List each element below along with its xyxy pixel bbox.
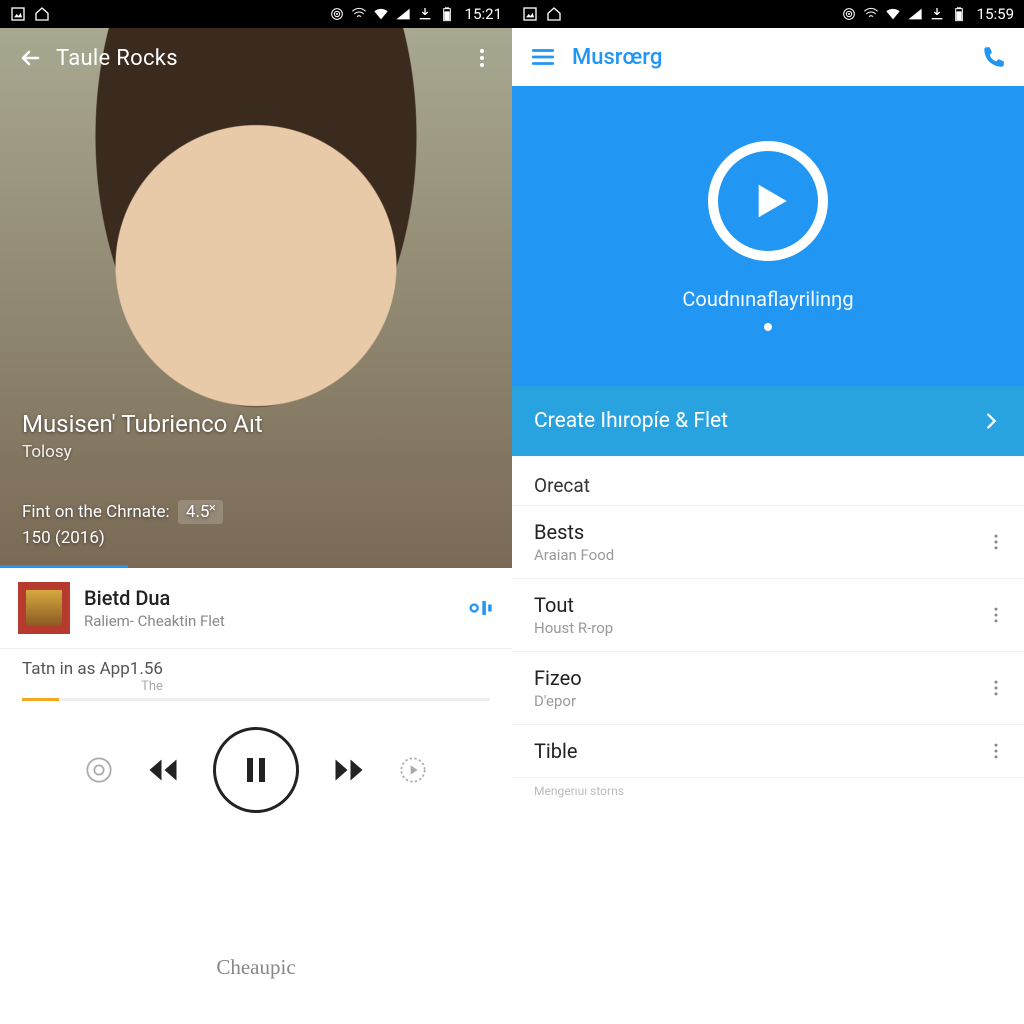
skip-previous-icon — [145, 752, 181, 788]
appbar-title: Musrœrg — [572, 45, 662, 70]
next-button[interactable] — [331, 752, 367, 788]
skip-next-icon — [331, 752, 367, 788]
rating-label: Fint on the Chrnate: — [22, 502, 170, 522]
play-pause-button[interactable] — [213, 727, 299, 813]
nav-back-icon[interactable] — [585, 986, 611, 1012]
nav-bar — [512, 974, 1024, 1024]
status-bar: 15:59 — [512, 0, 1024, 28]
hero-text: Coudnınaflayrilinŋg — [682, 287, 853, 311]
prev-button[interactable] — [145, 752, 181, 788]
list-item-sub: Araian Food — [534, 546, 614, 564]
queue-icon — [399, 756, 427, 784]
image-icon — [10, 6, 26, 22]
repeat-icon — [85, 756, 113, 784]
hero-meta-line2: 150 (2016) — [22, 528, 263, 548]
list-item[interactable]: Tout Houst R-rop — [512, 579, 1024, 652]
list-item-title: Tible — [534, 739, 578, 763]
mini-progress[interactable] — [22, 698, 490, 701]
nav-bar — [0, 974, 512, 1024]
more-vert-icon[interactable] — [986, 532, 1006, 552]
artist-hero: Taule Rocks Musisen' Tubrienco Aıt Tolos… — [0, 28, 512, 568]
artist-title: Musisen' Tubrienco Aıt — [22, 410, 263, 438]
nav-recent-icon[interactable] — [929, 988, 951, 1010]
list-item-sub: Houst R-rop — [534, 619, 613, 637]
home-status-icon — [34, 6, 50, 22]
repeat-button[interactable] — [85, 756, 113, 784]
image-icon — [522, 6, 538, 22]
list-item-title: Bests — [534, 520, 614, 544]
track-title: Bietd Dua — [84, 586, 225, 610]
wifi-outline-icon — [351, 6, 367, 22]
signal-icon — [395, 6, 411, 22]
album-art — [18, 582, 70, 634]
list-item[interactable]: Tible — [512, 725, 1024, 778]
list-item[interactable]: Fizeo D'epor — [512, 652, 1024, 725]
menu-icon[interactable] — [530, 44, 556, 70]
status-time: 15:59 — [977, 5, 1014, 23]
footer-text: Mengerıuı storns — [512, 778, 1024, 804]
more-vert-icon[interactable] — [470, 46, 494, 70]
play-circle[interactable] — [708, 141, 828, 261]
now-playing-row[interactable]: Bietd Dua Raliem- Cheaktin Flet — [0, 568, 512, 649]
nav-home-icon[interactable] — [757, 986, 783, 1012]
phone-icon[interactable] — [980, 44, 1006, 70]
more-vert-icon[interactable] — [986, 741, 1006, 761]
more-vert-icon[interactable] — [986, 678, 1006, 698]
artist-subtitle: Tolosy — [22, 442, 263, 462]
mini-title: Tatn in as App — [22, 659, 130, 679]
more-vert-icon[interactable] — [986, 605, 1006, 625]
appbar: Musrœrg — [512, 28, 1024, 86]
track-artist: Raliem- Cheaktin Flet — [84, 612, 225, 630]
chevron-right-icon — [980, 410, 1002, 432]
target-icon — [329, 6, 345, 22]
appbar-title: Taule Rocks — [56, 46, 178, 71]
rating-badge: 4.5˟ — [178, 500, 223, 524]
equalizer-icon[interactable] — [466, 594, 494, 622]
list-item[interactable]: Bests Araian Food — [512, 506, 1024, 579]
wifi-outline-icon — [863, 6, 879, 22]
list-item-sub: D'epor — [534, 692, 582, 710]
queue-button[interactable] — [399, 756, 427, 784]
create-label: Create I‌hıropíe & Flet — [534, 409, 728, 433]
home-status-icon — [546, 6, 562, 22]
mini-sub: The — [130, 679, 163, 694]
list-item-title: Tout — [534, 593, 613, 617]
wifi-icon — [373, 6, 389, 22]
status-time: 15:21 — [465, 5, 502, 23]
create-row[interactable]: Create I‌hıropíe & Flet — [512, 386, 1024, 456]
download-icon — [417, 6, 433, 22]
hero-panel: Coudnınaflayrilinŋg — [512, 86, 1024, 386]
back-icon[interactable] — [18, 46, 42, 70]
play-icon — [740, 173, 796, 229]
mini-value: 1.56 — [130, 659, 163, 679]
battery-icon — [439, 6, 455, 22]
wifi-icon — [885, 6, 901, 22]
battery-icon — [951, 6, 967, 22]
page-indicator — [764, 323, 772, 331]
signal-icon — [907, 6, 923, 22]
nav-recent-icon[interactable] — [417, 988, 439, 1010]
nav-home-icon[interactable] — [245, 986, 271, 1012]
hero-progress — [0, 565, 128, 568]
pause-icon — [238, 752, 274, 788]
player-controls — [0, 727, 512, 813]
status-bar: 15:21 — [0, 0, 512, 28]
section-header: Orecat — [512, 456, 1024, 506]
target-icon — [841, 6, 857, 22]
nav-back-icon[interactable] — [73, 986, 99, 1012]
download-icon — [929, 6, 945, 22]
list-item-title: Fizeo — [534, 666, 582, 690]
